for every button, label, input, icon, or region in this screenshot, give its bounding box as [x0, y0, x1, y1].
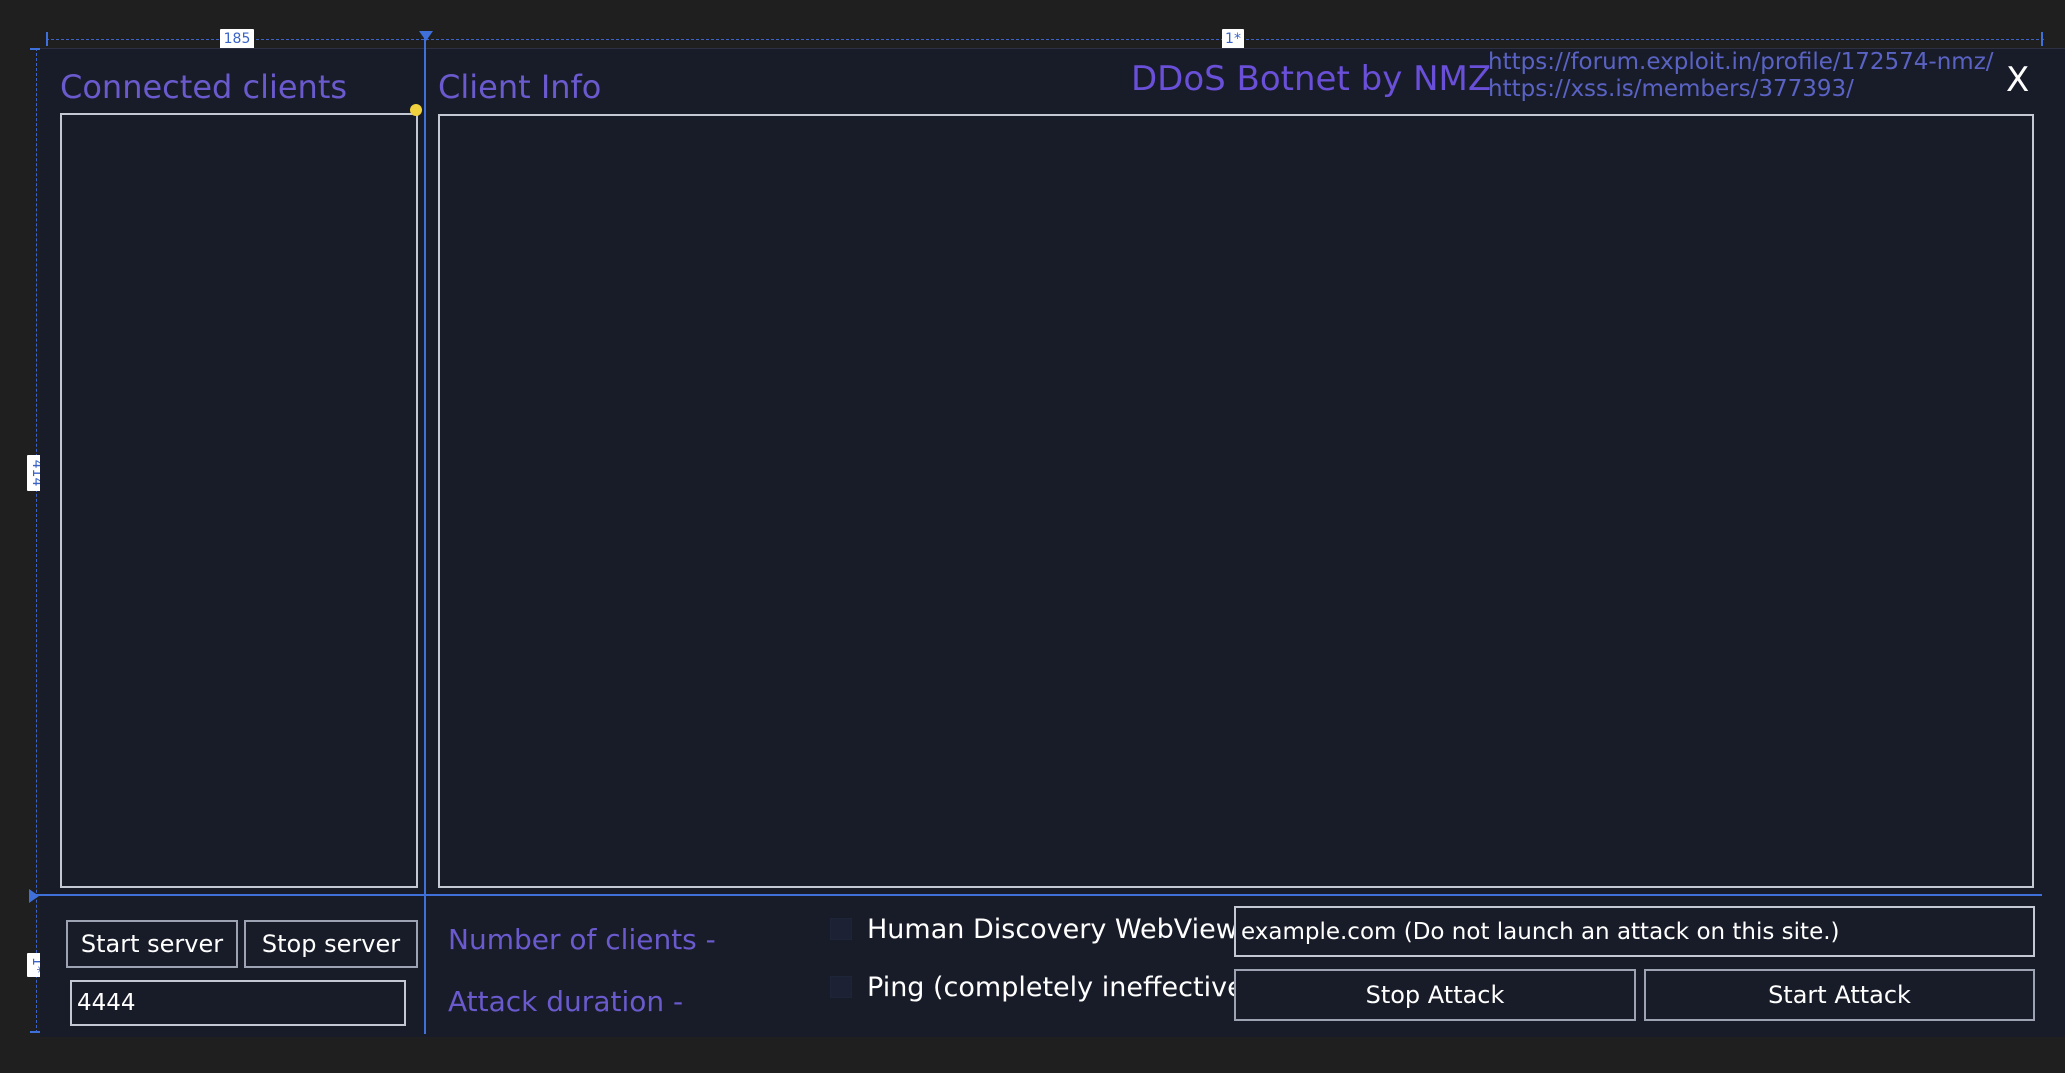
- top-guide-left-tick: [46, 32, 48, 46]
- webview-checkbox[interactable]: [830, 918, 852, 940]
- start-attack-button[interactable]: Start Attack: [1644, 969, 2035, 1021]
- designer-canvas: 185 1* 414 1* Connected clients Client I…: [0, 0, 2065, 1073]
- stop-server-button[interactable]: Stop server: [244, 920, 418, 968]
- target-url-input[interactable]: [1234, 906, 2035, 957]
- stop-attack-button[interactable]: Stop Attack: [1234, 969, 1636, 1021]
- client-info-title: Client Info: [438, 68, 602, 106]
- xss-profile-link[interactable]: https://xss.is/members/377393/: [1488, 76, 1854, 103]
- connected-clients-list[interactable]: [60, 113, 418, 888]
- column-width-badge: 185: [220, 29, 254, 49]
- top-column-guide: [46, 39, 2044, 40]
- attack-duration-label: Attack duration -: [448, 985, 684, 1018]
- webview-option-label: Human Discovery WebView: [867, 914, 1238, 945]
- brand-title: DDoS Botnet by NMZ: [1131, 59, 1492, 99]
- resize-handle-icon[interactable]: [410, 104, 422, 116]
- column-splitter-arrow[interactable]: [419, 31, 433, 41]
- start-server-button[interactable]: Start server: [66, 920, 238, 968]
- ping-checkbox[interactable]: [830, 976, 852, 998]
- star-width-badge: 1*: [1222, 29, 1244, 49]
- row-splitter[interactable]: [34, 894, 2042, 896]
- left-row-guide: [36, 48, 37, 1033]
- number-of-clients-label: Number of clients -: [448, 923, 716, 956]
- row-splitter-arrow[interactable]: [29, 889, 39, 903]
- connected-clients-title: Connected clients: [60, 68, 348, 106]
- exploit-profile-link[interactable]: https://forum.exploit.in/profile/172574-…: [1488, 49, 1994, 76]
- port-input[interactable]: [70, 980, 406, 1026]
- close-button[interactable]: X: [2006, 60, 2029, 100]
- column-splitter[interactable]: [424, 36, 426, 1034]
- client-info-panel[interactable]: [438, 114, 2034, 888]
- top-guide-right-tick: [2041, 32, 2043, 46]
- ping-option-label: Ping (completely ineffective): [867, 972, 1255, 1003]
